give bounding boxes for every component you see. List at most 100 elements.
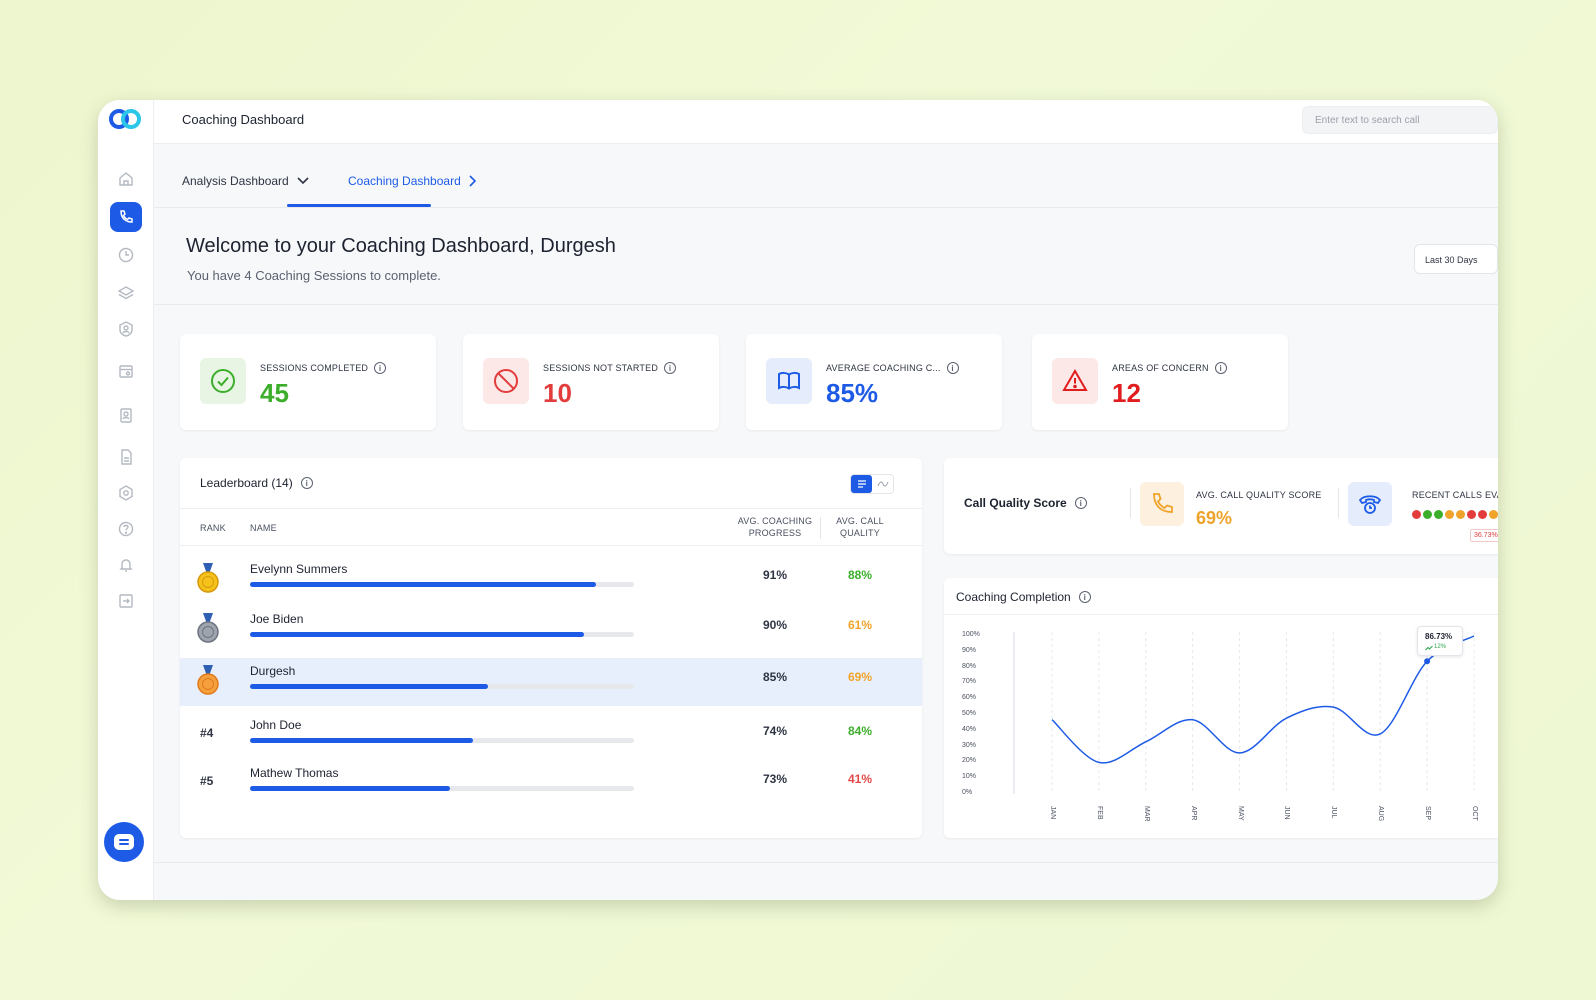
stat-card-sessions-completed: SESSIONS COMPLETED i 45 [180, 334, 436, 430]
stat-value: 12 [1112, 378, 1141, 408]
call-status-dot[interactable] [1467, 510, 1476, 519]
divider [820, 517, 821, 539]
sidebar [98, 100, 154, 900]
call-status-dot[interactable] [1445, 510, 1454, 519]
user-shield-icon[interactable] [110, 314, 142, 344]
table-row[interactable]: #4 John Doe 74% 84% [180, 712, 922, 760]
stat-card-areas-of-concern: AREAS OF CONCERN i 12 [1032, 334, 1288, 430]
tooltip-value: 86.73% [1425, 632, 1453, 641]
settings-icon[interactable] [110, 478, 142, 508]
avg-coaching-progress: 85% [762, 670, 788, 684]
avg-coaching-progress: 74% [762, 724, 788, 738]
info-icon[interactable]: i [300, 477, 313, 489]
logout-icon[interactable] [110, 586, 142, 616]
avg-call-quality-label: AVG. CALL QUALITY SCORE [1196, 490, 1322, 500]
call-quality-title: Call Quality Score i [964, 496, 1087, 510]
chart-view-icon[interactable] [872, 475, 893, 493]
welcome-title: Welcome to your Coaching Dashboard, Durg… [186, 235, 616, 257]
table-row[interactable]: Joe Biden 90% 61% [180, 606, 922, 654]
chevron-down-icon [297, 177, 309, 185]
tab-label: Analysis Dashboard [182, 174, 289, 188]
tab-analysis-dashboard[interactable]: Analysis Dashboard [182, 174, 309, 188]
stat-card-average-coaching: AVERAGE COACHING C... i 85% [746, 334, 1002, 430]
search-input[interactable]: Enter text to search call [1302, 106, 1498, 134]
progress-bar-fill [250, 684, 489, 689]
recent-call-tag: 36.73% [1470, 529, 1498, 542]
info-icon[interactable]: i [946, 362, 959, 374]
bell-icon[interactable] [110, 550, 142, 580]
call-status-dot[interactable] [1478, 510, 1487, 519]
warning-icon [1052, 358, 1098, 404]
page-title: Coaching Dashboard [182, 112, 305, 127]
stat-value: 45 [260, 378, 289, 408]
avg-coaching-progress: 90% [762, 618, 788, 632]
rank-label: #5 [200, 774, 214, 788]
call-status-dot[interactable] [1489, 510, 1498, 519]
info-icon[interactable]: i [374, 362, 387, 374]
call-status-dot[interactable] [1434, 510, 1443, 519]
recent-calls-dots [1412, 510, 1498, 519]
progress-bar [250, 786, 634, 791]
date-range-select[interactable]: Last 30 Days [1414, 244, 1498, 274]
avg-call-quality: 61% [847, 618, 873, 632]
column-header-progress[interactable]: AVG. COACHING PROGRESS [730, 516, 820, 538]
agent-name: Joe Biden [250, 612, 304, 626]
home-icon[interactable] [110, 164, 142, 194]
phone-icon [1140, 482, 1184, 526]
agent-name: Mathew Thomas [250, 766, 339, 780]
document-icon[interactable] [110, 442, 142, 472]
rank-label: #4 [200, 726, 214, 740]
leaderboard-title: Leaderboard (14) i [200, 476, 313, 490]
app-window: Coaching Dashboard Enter text to search … [98, 100, 1498, 900]
progress-bar-fill [250, 582, 596, 587]
call-status-dot[interactable] [1456, 510, 1465, 519]
list-view-icon[interactable] [851, 475, 872, 493]
info-icon[interactable]: i [1074, 497, 1087, 509]
top-bar: Coaching Dashboard Enter text to search … [154, 100, 1498, 144]
stat-label: AREAS OF CONCERN i [1112, 362, 1227, 374]
table-row[interactable]: #5 Mathew Thomas 73% 41% [180, 760, 922, 808]
layers-icon[interactable] [110, 278, 142, 308]
call-status-dot[interactable] [1412, 510, 1421, 519]
phone-clock-icon [1348, 482, 1392, 526]
calendar-icon[interactable] [110, 356, 142, 386]
progress-bar [250, 738, 634, 743]
progress-bar-fill [250, 738, 473, 743]
phone-icon[interactable] [110, 202, 142, 232]
contact-card-icon[interactable] [110, 400, 142, 430]
divider [154, 304, 1498, 305]
data-point [1424, 658, 1431, 665]
coaching-completion-panel: Coaching Completion i 100% 90% 80% 70% 60% 50%… [944, 578, 1498, 838]
avg-coaching-progress: 91% [762, 568, 788, 582]
divider [1130, 488, 1131, 518]
column-header-quality[interactable]: AVG. CALL QUALITY [828, 516, 892, 538]
tab-coaching-dashboard[interactable]: Coaching Dashboard [348, 174, 477, 188]
avg-call-quality: 41% [847, 772, 873, 786]
call-status-dot[interactable] [1423, 510, 1432, 519]
avg-coaching-progress: 73% [762, 772, 788, 786]
table-row[interactable]: Evelynn Summers 91% 88% [180, 556, 922, 604]
avg-call-quality: 84% [847, 724, 873, 738]
column-header-name[interactable]: NAME [250, 523, 277, 533]
column-header-rank[interactable]: RANK [200, 523, 226, 533]
divider [154, 862, 1498, 863]
help-icon[interactable] [110, 514, 142, 544]
tooltip-change: 12% [1434, 644, 1447, 650]
dashboard-tabs: Analysis Dashboard Coaching Dashboard [154, 144, 1498, 208]
progress-bar [250, 684, 634, 689]
tab-label: Coaching Dashboard [348, 174, 461, 188]
info-icon[interactable]: i [1214, 362, 1227, 374]
chart-tooltip: 86.73% 12% [1417, 626, 1463, 656]
info-icon[interactable]: i [664, 362, 677, 374]
stat-label: AVERAGE COACHING C... i [826, 362, 959, 374]
clock-icon[interactable] [110, 240, 142, 270]
progress-bar [250, 582, 634, 587]
table-row[interactable]: Durgesh 85% 69% [180, 658, 922, 706]
agent-name: John Doe [250, 718, 302, 732]
divider [1338, 488, 1339, 518]
chat-button[interactable] [104, 822, 144, 862]
app-logo[interactable] [108, 108, 142, 130]
progress-bar-fill [250, 786, 450, 791]
ban-icon [483, 358, 529, 404]
coaching-completion-chart [1013, 632, 1475, 794]
